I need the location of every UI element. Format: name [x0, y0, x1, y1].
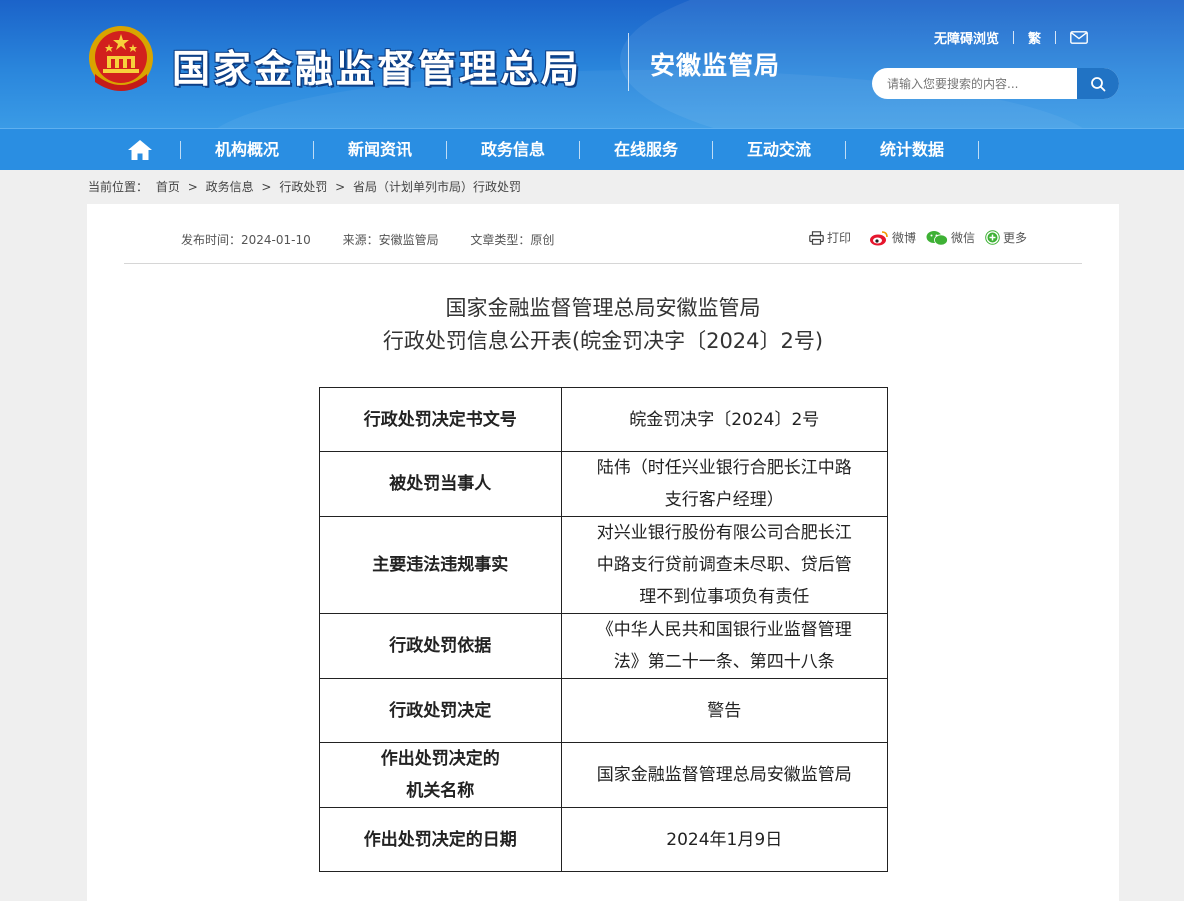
nav-item-news[interactable]: 新闻资讯: [314, 129, 446, 171]
sub-site-title[interactable]: 安徽监管局: [650, 46, 780, 82]
nav-item-online-service[interactable]: 在线服务: [580, 129, 712, 171]
nav-item-statistics[interactable]: 统计数据: [846, 129, 978, 171]
table-row: 行政处罚决定 警告: [319, 678, 888, 743]
breadcrumb-penalty[interactable]: 行政处罚: [279, 180, 327, 194]
document-title-line1: 国家金融监督管理总局安徽监管局: [445, 296, 761, 320]
nav-home[interactable]: [100, 129, 180, 171]
link-divider: [1055, 30, 1057, 44]
row-value: 2024年1月9日: [560, 807, 888, 872]
article-card: 发布时间：2024-01-10 来源：安徽监管局 文章类型：原创 打印 微博 微…: [87, 204, 1119, 901]
more-share-button[interactable]: 更多: [985, 229, 1027, 246]
national-emblem-icon: [89, 26, 153, 91]
publish-time: 发布时间：2024-01-10: [181, 233, 311, 247]
article-source: 来源：安徽监管局: [342, 233, 439, 247]
search-box: [872, 68, 1119, 99]
weibo-icon: [870, 230, 888, 245]
plus-circle-icon: [985, 230, 1000, 245]
link-divider: [1013, 30, 1015, 44]
breadcrumb-label: 当前位置：: [88, 180, 149, 194]
row-label: 行政处罚依据: [319, 613, 562, 679]
breadcrumb-government-info[interactable]: 政务信息: [206, 180, 254, 194]
row-label: 作出处罚决定的日期: [319, 807, 562, 872]
breadcrumb-separator: >: [261, 180, 272, 194]
site-title[interactable]: 国家金融监督管理总局: [172, 38, 582, 93]
table-row: 作出处罚决定的日期 2024年1月9日: [319, 807, 888, 872]
search-button[interactable]: [1077, 68, 1119, 99]
table-row: 主要违法违规事实 对兴业银行股份有限公司合肥长江 中路支行贷前调查未尽职、贷后管…: [319, 516, 888, 614]
home-icon: [128, 140, 152, 160]
search-icon: [1091, 76, 1106, 91]
nav-item-organization[interactable]: 机构概况: [181, 129, 313, 171]
table-row: 行政处罚决定书文号 皖金罚决字〔2024〕2号: [319, 387, 888, 452]
wechat-label: 微信: [951, 231, 976, 245]
row-label: 作出处罚决定的 机关名称: [319, 742, 562, 808]
breadcrumb: 当前位置： 首页 > 政务信息 > 行政处罚 > 省局（计划单列市局）行政处罚: [88, 178, 525, 195]
row-value: 警告: [560, 678, 888, 743]
title-divider: [628, 33, 629, 91]
table-row: 行政处罚依据 《中华人民共和国银行业监督管理 法》第二十一条、第四十八条: [319, 613, 888, 679]
meta-divider: [124, 263, 1082, 264]
breadcrumb-provincial-penalty[interactable]: 省局（计划单列市局）行政处罚: [353, 180, 521, 194]
accessibility-link[interactable]: 无障碍浏览: [934, 28, 999, 47]
row-label: 行政处罚决定书文号: [319, 387, 562, 452]
article-meta: 发布时间：2024-01-10 来源：安徽监管局 文章类型：原创: [181, 231, 582, 248]
nav-item-government-info[interactable]: 政务信息: [447, 129, 579, 171]
table-row: 被处罚当事人 陆伟（时任兴业银行合肥长江中路 支行客户经理）: [319, 451, 888, 517]
breadcrumb-home[interactable]: 首页: [156, 180, 180, 194]
more-label: 更多: [1003, 231, 1028, 245]
weibo-label: 微博: [892, 231, 917, 245]
printer-icon: [809, 230, 824, 245]
wechat-icon: [926, 230, 948, 246]
site-header: 国家金融监督管理总局 安徽监管局 无障碍浏览 繁: [0, 0, 1184, 128]
print-label: 打印: [827, 231, 852, 245]
search-input[interactable]: [872, 68, 1078, 99]
row-label: 主要违法违规事实: [319, 516, 562, 614]
row-label: 被处罚当事人: [319, 451, 562, 517]
main-nav: 机构概况 新闻资讯 政务信息 在线服务 互动交流 统计数据: [0, 128, 1184, 170]
row-value: 皖金罚决字〔2024〕2号: [560, 387, 888, 452]
nav-divider: [978, 141, 979, 159]
traditional-chinese-link[interactable]: 繁: [1028, 28, 1041, 47]
article-type: 文章类型：原创: [470, 233, 555, 247]
nav-item-interaction[interactable]: 互动交流: [713, 129, 845, 171]
top-links: 无障碍浏览 繁: [934, 28, 1088, 47]
row-value: 陆伟（时任兴业银行合肥长江中路 支行客户经理）: [560, 451, 888, 517]
print-button[interactable]: 打印: [809, 229, 851, 246]
row-value: 国家金融监督管理总局安徽监管局: [560, 742, 888, 808]
document-title-line2: 行政处罚信息公开表(皖金罚决字〔2024〕2号): [382, 329, 824, 353]
wechat-share-button[interactable]: 微信: [926, 229, 975, 246]
row-value: 《中华人民共和国银行业监督管理 法》第二十一条、第四十八条: [560, 613, 888, 679]
table-row: 作出处罚决定的 机关名称 国家金融监督管理总局安徽监管局: [319, 742, 888, 808]
breadcrumb-separator: >: [335, 180, 346, 194]
row-value: 对兴业银行股份有限公司合肥长江 中路支行贷前调查未尽职、贷后管 理不到位事项负有…: [560, 516, 888, 614]
breadcrumb-separator: >: [187, 180, 198, 194]
weibo-share-button[interactable]: 微博: [869, 229, 916, 246]
mail-icon[interactable]: [1070, 30, 1088, 44]
share-bar: 打印 微博 微信 更多: [809, 229, 1037, 246]
row-label: 行政处罚决定: [319, 678, 562, 743]
penalty-info-table: 行政处罚决定书文号 皖金罚决字〔2024〕2号 被处罚当事人 陆伟（时任兴业银行…: [319, 387, 888, 872]
